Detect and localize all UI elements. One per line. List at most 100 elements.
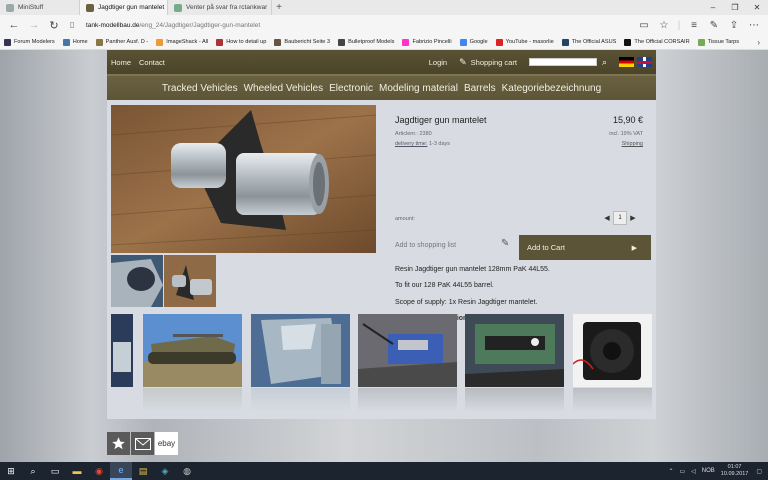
- site-favicon-icon: [274, 38, 282, 46]
- network-icon[interactable]: ▭: [679, 468, 685, 475]
- favorite-label: Tissue Tarps: [707, 39, 740, 45]
- tab-ministuff[interactable]: MiniStuff: [0, 0, 80, 15]
- product-thumbnail[interactable]: [111, 255, 163, 307]
- amount-label: amount:: [395, 216, 415, 222]
- notifications-icon[interactable]: ▢: [756, 468, 762, 475]
- chrome-icon[interactable]: ◉: [88, 462, 110, 480]
- login-link[interactable]: Login: [429, 58, 447, 67]
- category-modeling-material[interactable]: Modeling material: [379, 83, 458, 94]
- carousel-item[interactable]: [143, 314, 242, 387]
- favorite-link[interactable]: Google: [459, 38, 488, 46]
- favorite-link[interactable]: YouTube - masorlie: [495, 38, 554, 46]
- back-icon[interactable]: ←: [4, 19, 24, 31]
- favorite-link[interactable]: Panther Ausf. D -: [95, 38, 148, 46]
- product-main-image[interactable]: [111, 105, 376, 253]
- search-input[interactable]: [528, 58, 597, 66]
- maximize-icon[interactable]: ❐: [724, 0, 746, 15]
- carousel-reflection: [465, 388, 564, 412]
- refresh-icon[interactable]: ↻: [44, 19, 64, 32]
- ebay-button[interactable]: ebay: [155, 432, 178, 455]
- favorite-link[interactable]: How to detail up: [216, 38, 266, 46]
- category-barrels[interactable]: Barrels: [464, 83, 496, 94]
- site-favicon-icon: [86, 3, 94, 12]
- new-tab-button[interactable]: +: [272, 0, 286, 15]
- edge-icon[interactable]: e: [110, 462, 132, 480]
- favorite-label: Home: [72, 39, 88, 45]
- carousel-item[interactable]: [358, 314, 457, 387]
- favorite-link[interactable]: The Official CORSAIR: [624, 38, 690, 46]
- volume-icon[interactable]: ◁: [691, 468, 696, 475]
- category-kategoriebezeichnung[interactable]: Kategoriebezeichnung: [502, 83, 602, 94]
- url-field[interactable]: ▯ tank-modellbau.de /eng_24/Jagdtiger/Ja…: [70, 18, 634, 32]
- product-description-line: Resin Jagdtiger gun mantelet 128mm PaK 4…: [395, 266, 550, 273]
- file-explorer-icon[interactable]: ▬: [66, 462, 88, 480]
- shipping-link[interactable]: Shipping: [622, 141, 643, 147]
- favorites-overflow-icon[interactable]: ›: [757, 38, 760, 47]
- favorite-link[interactable]: Tissue Tarps: [697, 38, 740, 46]
- favorite-label: Fabrizio Pincelli: [412, 39, 452, 45]
- notes-icon[interactable]: ✎: [704, 20, 724, 31]
- pencil-icon[interactable]: ✎: [501, 238, 509, 249]
- delivery-time-link[interactable]: delivery time:: [395, 141, 427, 147]
- home-link[interactable]: Home: [111, 58, 131, 67]
- search-icon[interactable]: ⌕: [602, 57, 607, 68]
- favorite-link[interactable]: Forum Modelers: [4, 38, 55, 46]
- carousel-item[interactable]: [573, 314, 652, 387]
- shopping-cart-link[interactable]: Shopping cart: [471, 58, 517, 67]
- favorite-star-icon[interactable]: ☆: [654, 20, 674, 31]
- quantity-field[interactable]: 1: [613, 211, 627, 225]
- favorite-link[interactable]: ImageShack - All: [156, 38, 208, 46]
- search-icon[interactable]: ⌕: [22, 462, 44, 480]
- tab-rctankwar[interactable]: Venter på svar fra rctankwar: [168, 0, 272, 15]
- carousel-item[interactable]: [111, 314, 133, 387]
- hub-icon[interactable]: ≡: [684, 20, 704, 31]
- share-icon[interactable]: ⇪: [724, 20, 744, 31]
- site-favicon-icon: [561, 38, 569, 46]
- english-flag-icon[interactable]: [637, 57, 652, 67]
- favorite-link[interactable]: Bulletproof Models: [338, 38, 394, 46]
- clock[interactable]: 01:07 10.09.2017: [721, 464, 749, 478]
- favorite-link[interactable]: Home: [62, 38, 88, 46]
- bookmark-star-button[interactable]: [107, 432, 130, 455]
- more-icon[interactable]: ⋯: [744, 20, 764, 31]
- app-icon[interactable]: ◍: [176, 462, 198, 480]
- divider: |: [677, 19, 681, 31]
- site-favicon-icon: [338, 38, 346, 46]
- reading-view-icon[interactable]: ▭: [634, 20, 654, 31]
- input-language[interactable]: NOB: [702, 468, 715, 474]
- carousel-item[interactable]: [251, 314, 350, 387]
- folder-icon[interactable]: ▤: [132, 462, 154, 480]
- clock-time: 01:07: [727, 464, 742, 470]
- category-tracked-vehicles[interactable]: Tracked Vehicles: [162, 83, 238, 94]
- minimize-icon[interactable]: –: [702, 0, 724, 15]
- tab-title: MiniStuff: [18, 4, 44, 11]
- task-view-icon[interactable]: ▭: [44, 462, 66, 480]
- favorite-link[interactable]: The Official ASUS: [561, 38, 616, 46]
- product-thumbnail[interactable]: [164, 255, 216, 307]
- tab-jagdtiger[interactable]: Jagdtiger gun mantelet ✕: [80, 0, 168, 15]
- forward-icon[interactable]: →: [24, 19, 44, 31]
- tray-chevron-icon[interactable]: ⌃: [668, 468, 673, 475]
- add-to-shopping-list-link[interactable]: Add to shopping list: [395, 242, 456, 249]
- favorite-link[interactable]: Baubericht Seite 3: [274, 38, 330, 46]
- close-window-icon[interactable]: ✕: [746, 0, 768, 15]
- delivery-time: delivery time: 1-3 days: [395, 141, 450, 147]
- system-tray: ⌃ ▭ ◁ NOB 01:07 10.09.2017 ▢: [668, 464, 768, 478]
- carousel-item[interactable]: [465, 314, 564, 387]
- product-description-line: To fit our 128 PaK 44L55 barrel.: [395, 282, 494, 289]
- increase-quantity-icon[interactable]: ▶: [627, 214, 639, 222]
- german-flag-icon[interactable]: [619, 57, 634, 67]
- carousel-reflection: [573, 388, 652, 412]
- category-electronic[interactable]: Electronic: [329, 83, 373, 94]
- decrease-quantity-icon[interactable]: ◀: [601, 214, 613, 222]
- page-info-icon[interactable]: ▯: [70, 20, 80, 30]
- category-wheeled-vehicles[interactable]: Wheeled Vehicles: [244, 83, 324, 94]
- favorite-link[interactable]: Fabrizio Pincelli: [402, 38, 452, 46]
- contact-link[interactable]: Contact: [139, 58, 165, 67]
- add-to-cart-label: Add to Cart: [527, 243, 565, 252]
- add-to-cart-button[interactable]: Add to Cart ▶: [519, 235, 651, 260]
- app-icon[interactable]: ◈: [154, 462, 176, 480]
- windows-start-icon[interactable]: ⊞: [0, 462, 22, 480]
- url-path: /eng_24/Jagdtiger/Jagdtiger-gun-mantelet: [139, 21, 261, 29]
- email-button[interactable]: [131, 432, 154, 455]
